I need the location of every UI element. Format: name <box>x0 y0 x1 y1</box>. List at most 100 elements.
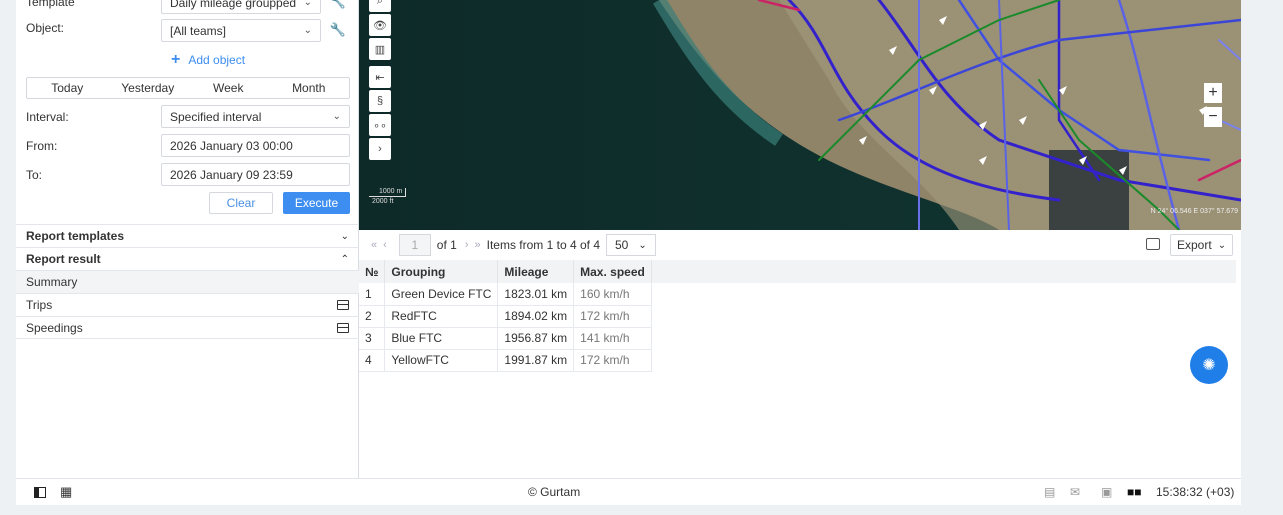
period-week[interactable]: Week <box>188 78 269 98</box>
report-panel: Template Daily mileage groupped ⌄ 🔧 Objec… <box>16 0 359 478</box>
cell-grouping: RedFTC <box>384 305 499 328</box>
wrench-icon[interactable]: 🔧 <box>330 0 346 10</box>
export-label: Export <box>1177 238 1212 252</box>
export-button[interactable]: Export ⌄ <box>1170 234 1234 256</box>
template-select[interactable]: Daily mileage groupped ⌄ <box>161 0 321 14</box>
period-segment: Today Yesterday Week Month <box>26 77 350 99</box>
clear-button[interactable]: Clear <box>209 192 273 214</box>
next-page-icon[interactable]: › <box>465 239 469 251</box>
from-label: From: <box>26 139 58 153</box>
col-grouping[interactable]: Grouping <box>384 260 499 283</box>
map-view[interactable] <box>359 0 1241 230</box>
report-result-title: Report result <box>26 252 101 266</box>
cell-grouping: YellowFTC <box>384 349 499 372</box>
print-icon[interactable] <box>1146 238 1160 250</box>
result-trips-label: Trips <box>26 298 53 312</box>
map-scale: 1000 m 2000 ft <box>369 188 407 206</box>
scale-feet: 2000 ft <box>372 198 394 205</box>
per-page-select[interactable]: 50 ⌄ <box>606 234 656 256</box>
expand-icon[interactable]: › <box>369 138 391 160</box>
copyright: © Gurtam <box>528 485 581 499</box>
layout-icon[interactable]: ■■ <box>1127 485 1142 499</box>
cell-number: 1 <box>359 283 386 306</box>
status-bar: ▦ © Gurtam ▤ ✉ ▣ ■■ 15:38:32 (+03) <box>16 478 1241 505</box>
cell-max-speed: 141 km/h <box>573 327 652 350</box>
panel-toggle-icon[interactable] <box>34 486 46 498</box>
mail-icon[interactable]: ✉ <box>1070 485 1080 499</box>
chevron-down-icon: ⌄ <box>303 25 312 36</box>
template-label: Template <box>26 0 75 9</box>
report-templates-title: Report templates <box>26 229 125 243</box>
cell-grouping: Green Device FTC <box>384 283 499 306</box>
to-input[interactable]: 2026 January 09 23:59 <box>161 163 350 186</box>
zoom-in-button[interactable]: + <box>1204 83 1222 103</box>
items-range: Items from 1 to 4 of 4 <box>486 238 600 252</box>
interval-label: Interval: <box>26 110 69 124</box>
template-value: Daily mileage groupped <box>170 0 297 10</box>
cell-number: 3 <box>359 327 386 350</box>
points-icon[interactable]: ∘∘ <box>369 114 391 136</box>
result-speedings[interactable]: Speedings <box>16 316 359 339</box>
execute-button[interactable]: Execute <box>283 192 350 214</box>
wrench-icon[interactable]: 🔧 <box>330 22 346 38</box>
app-window: Template Daily mileage groupped ⌄ 🔧 Objec… <box>16 0 1241 505</box>
table-row[interactable]: 3 Blue FTC 1956.87 km 141 km/h <box>359 327 652 350</box>
chevron-down-icon: ⌄ <box>303 0 312 8</box>
zoom-out-button[interactable]: − <box>1204 107 1222 127</box>
search-icon[interactable]: ⌕ <box>369 0 391 12</box>
eye-icon[interactable]: 👁 <box>369 14 391 36</box>
object-label: Object: <box>26 21 65 35</box>
plus-icon: + <box>171 51 181 68</box>
result-trips[interactable]: Trips <box>16 293 359 316</box>
result-summary[interactable]: Summary <box>16 270 359 293</box>
notifications-icon[interactable]: ▤ <box>1044 485 1055 499</box>
period-month[interactable]: Month <box>269 78 350 98</box>
image-icon[interactable]: ▣ <box>1101 485 1112 499</box>
chevron-down-icon: ⌄ <box>1217 239 1227 251</box>
period-yesterday[interactable]: Yesterday <box>108 78 189 98</box>
table-icon[interactable] <box>337 322 349 333</box>
chevron-down-icon: ⌄ <box>332 111 341 122</box>
chevron-down-icon: ⌄ <box>340 230 349 242</box>
table-row[interactable]: 4 YellowFTC 1991.87 km 172 km/h <box>359 349 652 372</box>
per-page-value: 50 <box>615 238 629 252</box>
result-speedings-label: Speedings <box>26 320 83 335</box>
result-summary-label: Summary <box>26 275 78 289</box>
cell-number: 4 <box>359 349 386 372</box>
object-value: [All teams] <box>170 23 227 38</box>
report-templates-section[interactable]: Report templates ⌄ <box>16 224 359 247</box>
col-mileage[interactable]: Mileage <box>497 260 575 283</box>
route-icon[interactable]: § <box>369 90 391 112</box>
prev-page-icon[interactable]: ‹ <box>383 239 387 251</box>
col-number[interactable]: № <box>359 260 386 283</box>
table-icon[interactable] <box>337 300 349 310</box>
interval-select[interactable]: Specified interval ⌄ <box>161 105 350 128</box>
page-input[interactable]: 1 <box>398 234 431 256</box>
table-row[interactable]: 1 Green Device FTC 1823.01 km 160 km/h <box>359 283 652 306</box>
map-icon[interactable]: ▥ <box>369 38 391 60</box>
first-page-icon[interactable]: « <box>371 239 377 251</box>
report-table: № Grouping Mileage Max. speed 1 Green De… <box>359 260 652 372</box>
chevron-down-icon: ⌄ <box>638 239 647 251</box>
cell-mileage: 1991.87 km <box>497 349 575 372</box>
add-object-label: Add object <box>188 53 246 67</box>
table-pager: « ‹ 1 of 1 › » Items from 1 to 4 of 4 50… <box>359 232 1241 258</box>
grid-icon[interactable]: ▦ <box>60 484 72 500</box>
cell-max-speed: 172 km/h <box>573 349 652 372</box>
to-label: To: <box>26 168 43 182</box>
period-today[interactable]: Today <box>27 78 108 98</box>
lightbulb-button[interactable]: ✺ <box>1190 346 1228 384</box>
cell-max-speed: 160 km/h <box>573 283 652 306</box>
report-result-section[interactable]: Report result ⌃ <box>16 247 359 270</box>
scale-meters: 1000 m <box>369 188 407 197</box>
object-select[interactable]: [All teams] ⌄ <box>161 19 321 42</box>
col-max-speed[interactable]: Max. speed <box>573 260 652 283</box>
page-count: of 1 <box>436 238 457 252</box>
last-page-icon[interactable]: » <box>474 239 480 251</box>
table-row[interactable]: 2 RedFTC 1894.02 km 172 km/h <box>359 305 652 328</box>
table-header-row: № Grouping Mileage Max. speed <box>359 260 652 283</box>
add-object-link[interactable]: + Add object <box>171 51 245 69</box>
ruler-icon[interactable]: ⇤ <box>369 66 391 88</box>
from-input[interactable]: 2026 January 03 00:00 <box>161 134 350 157</box>
report-table-container: № Grouping Mileage Max. speed 1 Green De… <box>359 260 1236 372</box>
